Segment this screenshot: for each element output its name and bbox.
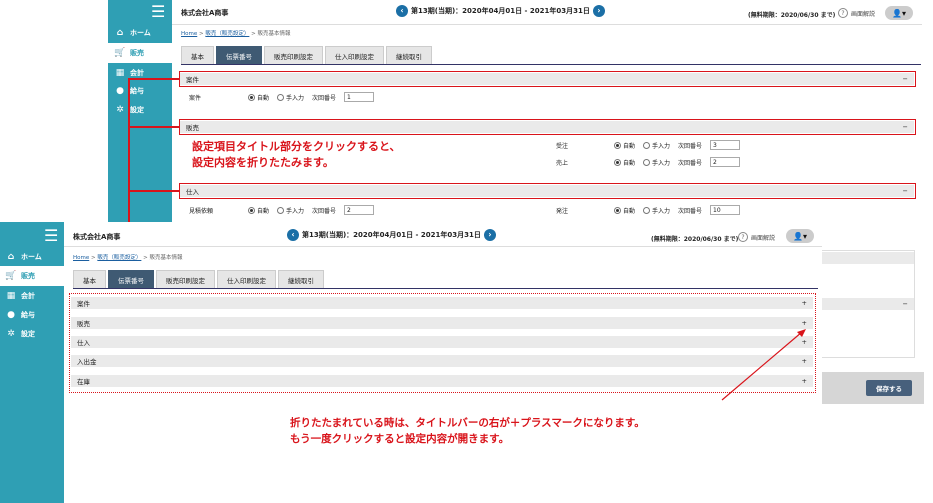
annotation-line: 折りたたまれている時は、タイトルバーの右が＋プラスマークになります。 (290, 417, 645, 429)
annotation-line: もう一度クリックすると設定内容が開きます。 (290, 433, 510, 445)
annotation-expand: 折りたたまれている時は、タイトルバーの右が＋プラスマークになります。 もう一度ク… (290, 415, 645, 447)
arrow-line (721, 331, 803, 401)
